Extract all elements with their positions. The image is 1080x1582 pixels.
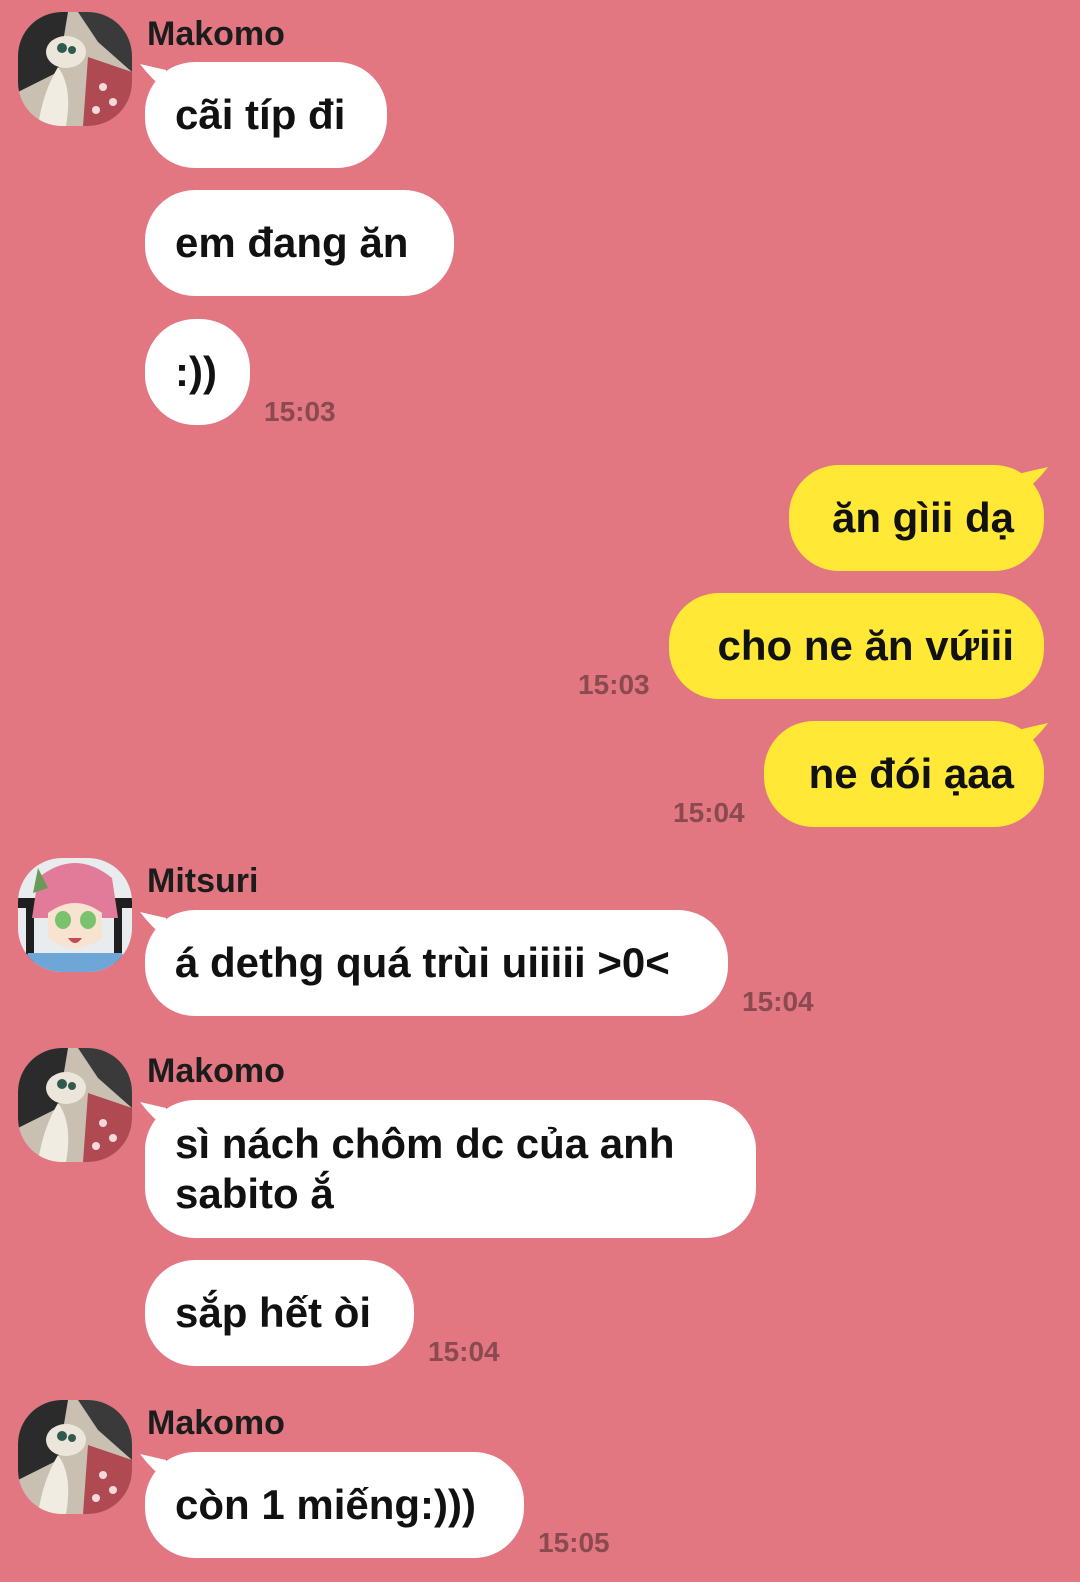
message-timestamp: 15:04: [673, 797, 745, 828]
sender-name: Makomo: [147, 1404, 285, 1442]
message-timestamp: 15:03: [578, 669, 650, 700]
message-text: cho ne ăn vứiii: [717, 622, 1014, 669]
avatar-makomo[interactable]: [18, 1048, 132, 1162]
message-text: em đang ăn: [175, 219, 409, 266]
avatar-makomo[interactable]: [18, 12, 132, 126]
message-text: :)): [175, 348, 217, 395]
avatar-makomo[interactable]: [18, 1400, 132, 1514]
message-bubble[interactable]: cãi típ đi: [145, 62, 387, 168]
avatar-mitsuri[interactable]: [18, 858, 132, 972]
mitsuri-avatar-icon: [18, 858, 132, 972]
message-bubble[interactable]: cho ne ăn vứiii: [669, 593, 1044, 699]
message-bubble[interactable]: :)): [145, 319, 250, 425]
message-text: sắp hết òi: [175, 1289, 372, 1336]
sender-name: Makomo: [147, 15, 285, 53]
message-text: cãi típ đi: [175, 91, 346, 138]
message-timestamp: 15:05: [538, 1527, 610, 1558]
message-bubble[interactable]: ăn gìii dạ: [789, 465, 1044, 571]
message-timestamp: 15:03: [264, 396, 336, 427]
sender-name: Mitsuri: [147, 862, 259, 900]
message-text: còn 1 miếng:))): [175, 1481, 476, 1528]
message-text: ăn gìii dạ: [831, 494, 1014, 541]
message-timestamp: 15:04: [428, 1336, 500, 1367]
message-bubble[interactable]: ne đói ạaa: [764, 721, 1044, 827]
message-bubble[interactable]: sắp hết òi: [145, 1260, 414, 1366]
sender-name: Makomo: [147, 1052, 285, 1090]
message-timestamp: 15:04: [742, 986, 814, 1017]
message-text: sì nách chôm dc của anh sabito ắ: [175, 1120, 675, 1217]
message-bubble[interactable]: á dethg quá trùi uiiiii >0<: [145, 910, 728, 1016]
message-bubble[interactable]: còn 1 miếng:))): [145, 1452, 524, 1558]
message-text: ne đói ạaa: [808, 750, 1014, 797]
message-bubble[interactable]: sì nách chôm dc của anh sabito ắ: [145, 1100, 756, 1238]
makomo-avatar-icon: [18, 1048, 132, 1162]
message-text: á dethg quá trùi uiiiii >0<: [175, 939, 670, 986]
message-bubble[interactable]: em đang ăn: [145, 190, 454, 296]
makomo-avatar-icon: [18, 1400, 132, 1514]
makomo-avatar-icon: [18, 12, 132, 126]
